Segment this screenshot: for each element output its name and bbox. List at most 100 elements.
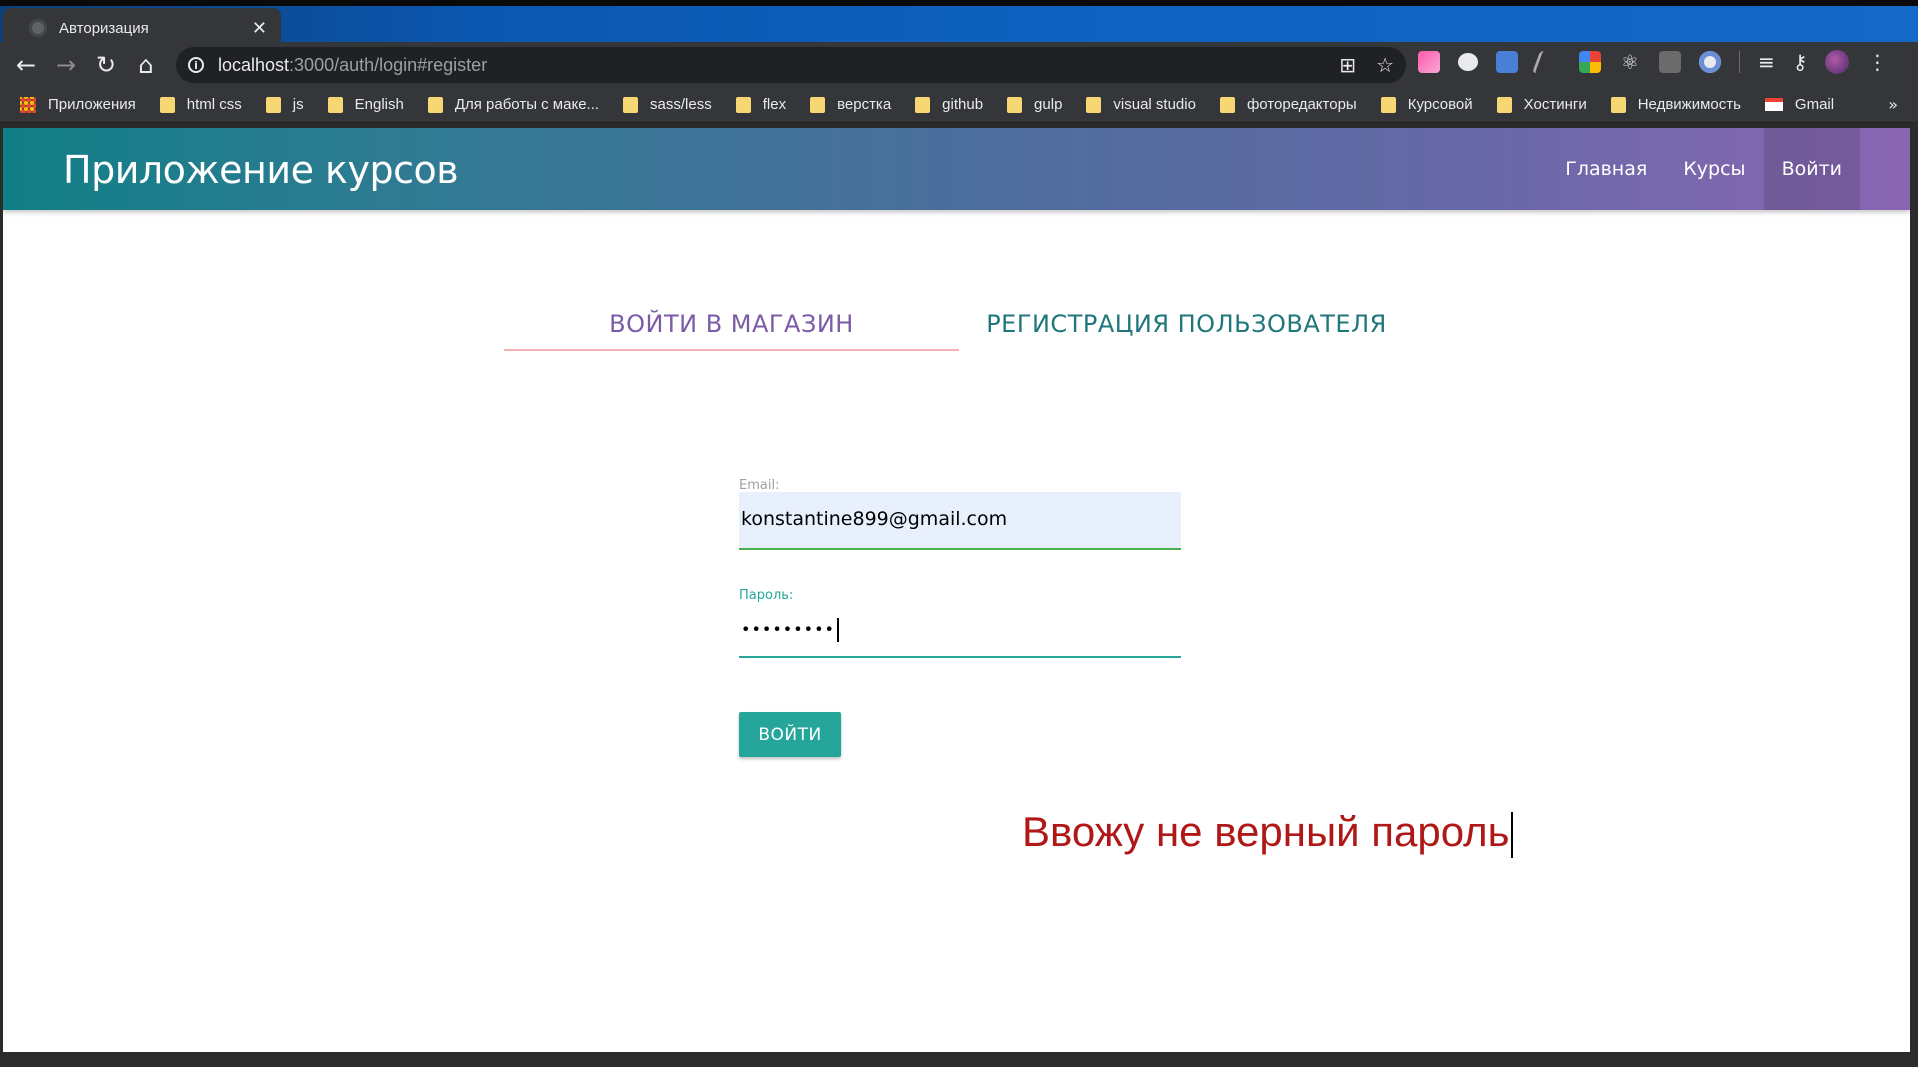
- extension-icon[interactable]: [1418, 51, 1440, 73]
- back-icon[interactable]: ←: [6, 45, 46, 85]
- bookmark-item[interactable]: фоторедакторы: [1219, 96, 1357, 113]
- login-button[interactable]: ВОЙТИ: [739, 712, 841, 757]
- url-text: localhost:3000/auth/login#register: [218, 55, 487, 76]
- close-tab-icon[interactable]: ✕: [252, 18, 267, 39]
- bookmark-label: gulp: [1034, 96, 1063, 113]
- email-field[interactable]: konstantine899@gmail.com: [739, 492, 1181, 550]
- folder-icon: [810, 96, 826, 113]
- extension-circle-icon[interactable]: [1699, 51, 1721, 73]
- bookmark-label: Gmail: [1794, 96, 1835, 113]
- bookmark-item[interactable]: sass/less: [623, 96, 712, 113]
- bookmark-item[interactable]: Для работы с маке...: [427, 96, 600, 113]
- annotation-text: Ввожу не верный пароль: [1022, 808, 1513, 858]
- bookmarks-bar: Приложения html css js English Для работы с …: [0, 87, 1918, 123]
- bookmark-item[interactable]: верстка: [810, 96, 891, 113]
- color-picker-icon[interactable]: [1531, 51, 1566, 73]
- folder-icon: [427, 96, 443, 113]
- address-bar[interactable]: i localhost:3000/auth/login#register ⊞ ☆: [176, 47, 1406, 83]
- bookmark-label: Для работы с маке...: [454, 96, 600, 113]
- folder-icon: [1219, 96, 1235, 113]
- password-label: Пароль:: [739, 588, 794, 603]
- bookmark-item[interactable]: Хостинги: [1496, 96, 1587, 113]
- bookmark-item[interactable]: Курсовой: [1380, 96, 1473, 113]
- folder-icon: [915, 96, 931, 113]
- chat-extension-icon[interactable]: [1458, 53, 1478, 71]
- url-path: :3000/auth/login#register: [289, 54, 488, 75]
- translate-extension-icon[interactable]: [1496, 51, 1518, 73]
- folder-icon: [735, 96, 751, 113]
- bookmark-label: github: [942, 96, 984, 113]
- tab-title: Авторизация: [59, 19, 149, 37]
- bookmark-item[interactable]: js: [265, 96, 304, 113]
- nav-courses[interactable]: Курсы: [1665, 128, 1763, 210]
- bookmark-item[interactable]: gulp: [1007, 96, 1062, 113]
- bookmark-label: English: [354, 96, 404, 113]
- password-dots: •••••••••: [741, 619, 835, 639]
- folder-icon: [1007, 96, 1023, 113]
- bookmark-label: верстка: [837, 96, 892, 113]
- nav-login[interactable]: Войти: [1763, 128, 1860, 210]
- bookmark-label: js: [292, 96, 304, 113]
- bookmark-item[interactable]: Недвижимость: [1610, 96, 1741, 113]
- bookmark-label: Курсовой: [1407, 96, 1473, 113]
- password-field[interactable]: •••••••••: [739, 604, 1181, 658]
- email-label: Email:: [739, 478, 780, 493]
- folder-icon: [623, 96, 639, 113]
- globe-icon: [29, 19, 47, 37]
- nav-home[interactable]: Главная: [1547, 128, 1665, 210]
- bookmark-item[interactable]: English: [327, 96, 404, 113]
- media-queue-icon[interactable]: ≡: [1758, 50, 1775, 74]
- bookmark-item[interactable]: github: [915, 96, 983, 113]
- browser-toolbar: ← → ↻ ⌂ i localhost:3000/auth/login#regi…: [0, 42, 1918, 87]
- windows-extension-icon[interactable]: [1579, 51, 1601, 73]
- window-edge: [1910, 128, 1918, 1052]
- app-navbar: Приложение курсов Главная Курсы Войти: [3, 128, 1910, 210]
- url-host: localhost: [218, 54, 290, 75]
- forward-icon[interactable]: →: [46, 45, 86, 85]
- window-bottom-edge: [0, 1052, 1918, 1067]
- annotation-label: Ввожу не верный пароль: [1022, 808, 1510, 855]
- toolbar-separator: [1739, 51, 1740, 73]
- bookmarks-overflow-icon[interactable]: »: [1888, 95, 1898, 114]
- bookmark-item[interactable]: visual studio: [1086, 96, 1196, 113]
- react-devtools-icon[interactable]: ⚛: [1619, 51, 1641, 73]
- bookmark-label: html css: [186, 96, 242, 113]
- bookmark-item[interactable]: Приложения: [20, 96, 136, 113]
- bookmark-label: flex: [762, 96, 787, 113]
- site-info-icon[interactable]: i: [188, 57, 204, 73]
- browser-tabstrip: Авторизация ✕: [0, 0, 1918, 48]
- bookmark-label: Приложения: [48, 96, 136, 113]
- folder-icon: [159, 96, 175, 113]
- folder-icon: [1496, 96, 1512, 113]
- bookmark-label: sass/less: [650, 96, 712, 113]
- page-viewport: Приложение курсов Главная Курсы Войти ВО…: [3, 128, 1910, 1052]
- annotation-caret: [1510, 811, 1513, 858]
- home-icon[interactable]: ⌂: [126, 45, 166, 85]
- folder-icon: [1610, 96, 1626, 113]
- bookmark-label: visual studio: [1113, 96, 1196, 113]
- translate-icon[interactable]: ⊞: [1339, 53, 1356, 77]
- text-caret: [836, 618, 839, 642]
- profile-avatar[interactable]: [1825, 50, 1850, 74]
- folder-icon: [1380, 96, 1396, 113]
- tab-register[interactable]: РЕГИСТРАЦИЯ ПОЛЬЗОВАТЕЛЯ: [959, 296, 1414, 352]
- gmail-icon: [1764, 98, 1783, 111]
- menu-icon[interactable]: ⋮: [1867, 50, 1887, 74]
- auth-tabs: ВОЙТИ В МАГАЗИН РЕГИСТРАЦИЯ ПОЛЬЗОВАТЕЛЯ: [504, 296, 1414, 352]
- reload-icon[interactable]: ↻: [86, 45, 126, 85]
- nav-links: Главная Курсы Войти: [1547, 128, 1860, 210]
- app-brand[interactable]: Приложение курсов: [63, 148, 459, 192]
- tab-login[interactable]: ВОЙТИ В МАГАЗИН: [504, 296, 959, 352]
- key-icon[interactable]: ⚷: [1793, 50, 1808, 74]
- bookmark-item[interactable]: html css: [159, 96, 242, 113]
- bookmark-star-icon[interactable]: ☆: [1376, 53, 1394, 77]
- bookmark-label: Недвижимость: [1637, 96, 1741, 113]
- bookmark-label: фоторедакторы: [1246, 96, 1357, 113]
- folder-icon: [327, 96, 343, 113]
- bookmark-item[interactable]: flex: [735, 96, 787, 113]
- extension-grid-icon[interactable]: [1659, 51, 1681, 73]
- apps-icon: [20, 96, 36, 113]
- bookmark-label: Хостинги: [1523, 96, 1587, 113]
- extensions-area: ⚛ ≡ ⚷ ⋮: [1418, 50, 1887, 74]
- bookmark-item[interactable]: Gmail: [1764, 96, 1835, 113]
